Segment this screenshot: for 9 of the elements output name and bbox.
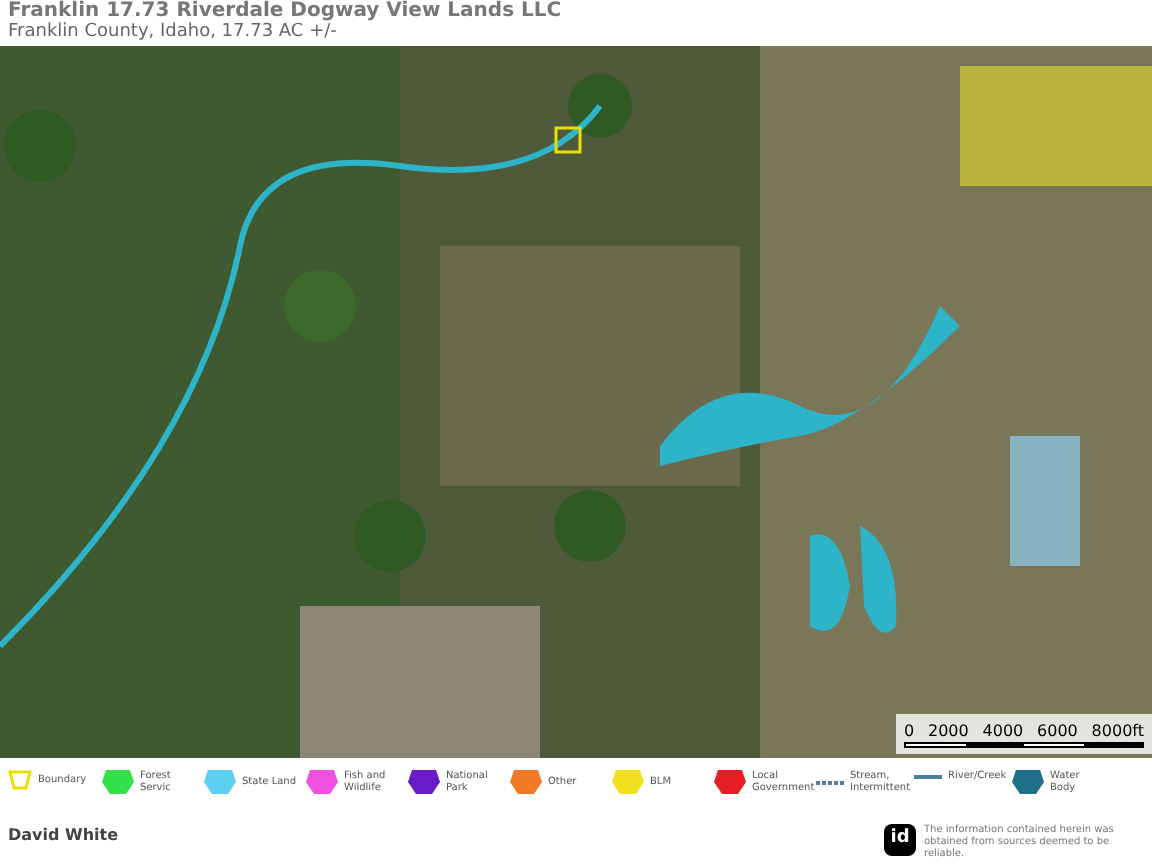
- scale-label: 2000: [928, 721, 969, 739]
- scale-label: 0: [904, 721, 915, 739]
- scale-label: 8000ft: [1091, 721, 1144, 739]
- scale-label: 4000: [982, 721, 1024, 739]
- scale-label: 6000: [1037, 721, 1078, 739]
- company-logo: id: [884, 824, 916, 856]
- map-title: Franklin 17.73 Riverdale Dogway View Lands LLC: [8, 0, 564, 22]
- agent-name: David White: [8, 824, 119, 848]
- map-subtitle: Franklin County, Idaho, 17.73 AC +/-: [8, 22, 339, 44]
